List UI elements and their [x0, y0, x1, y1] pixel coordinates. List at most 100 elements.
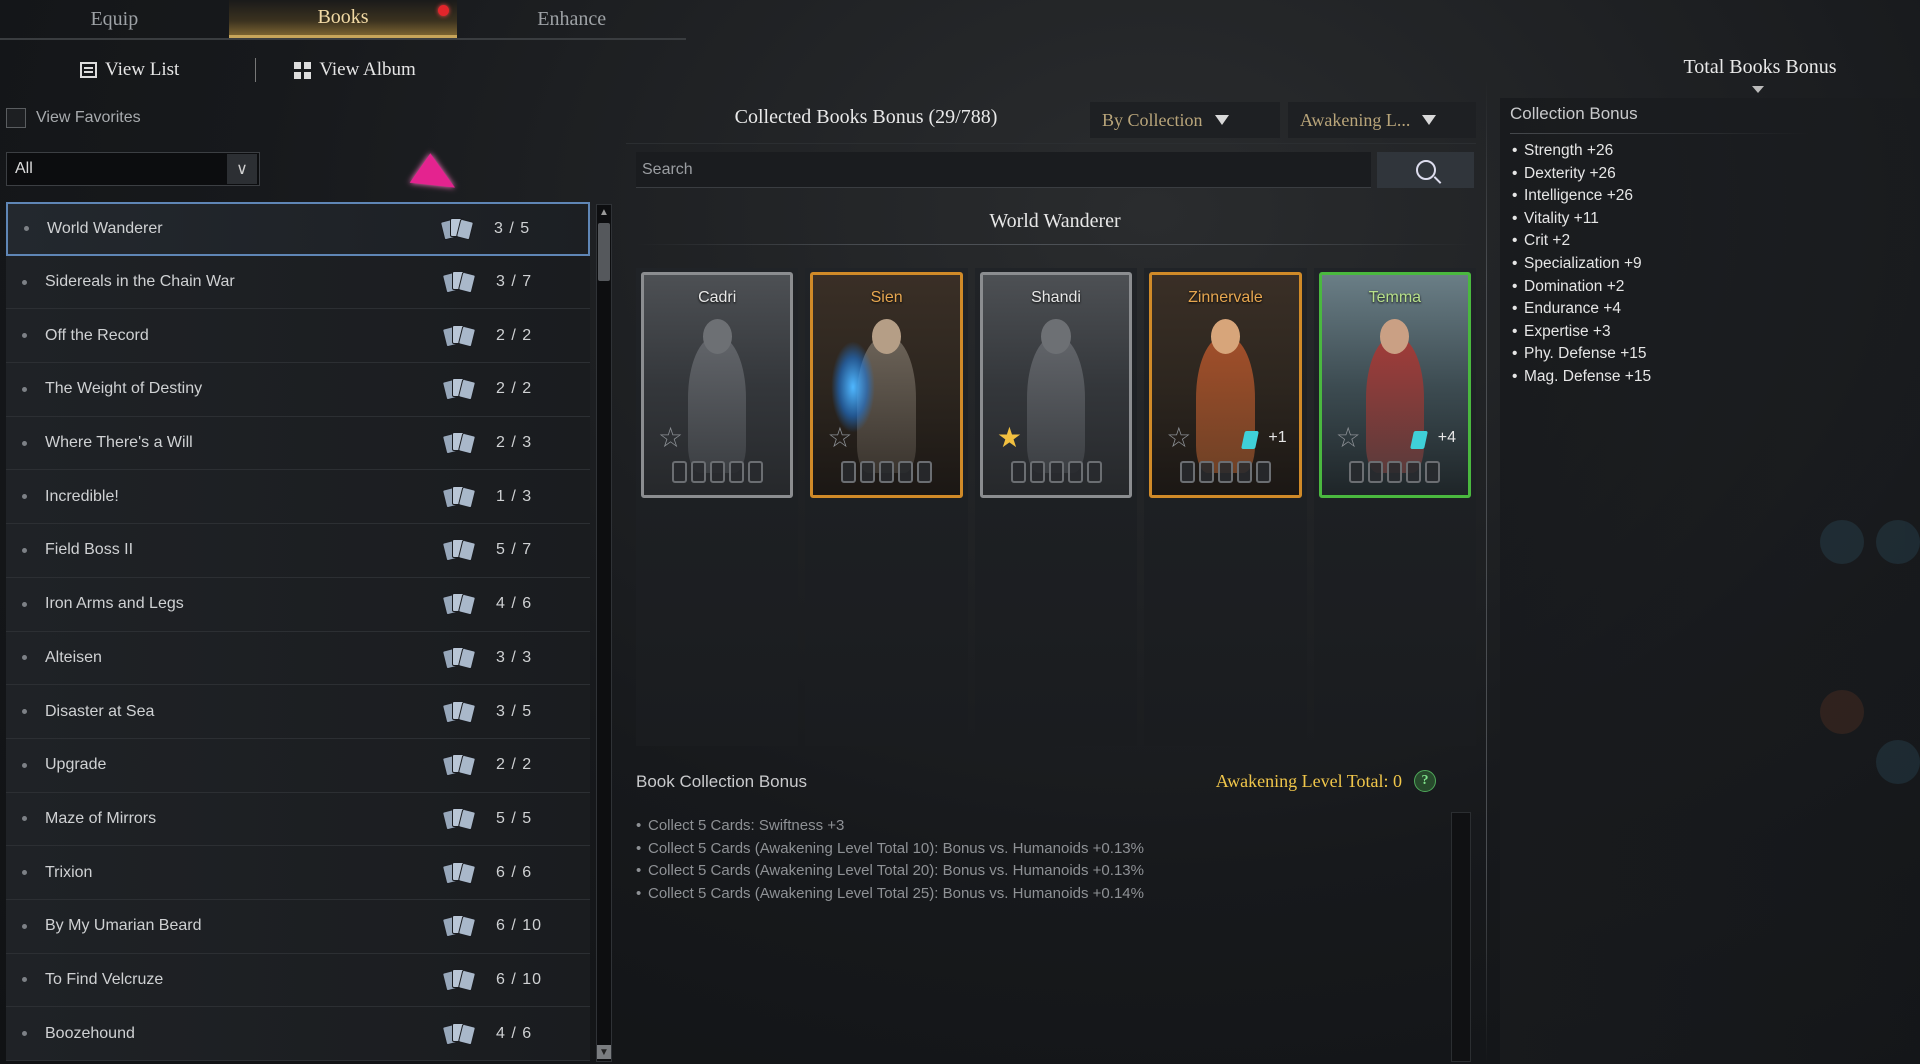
card-awakening-level: +4 — [1437, 429, 1457, 446]
view-album-button[interactable]: View Album — [294, 59, 416, 81]
collection-progress: 5 / 7 — [496, 541, 533, 559]
tab-books[interactable]: Books — [228, 0, 458, 38]
awakening-gems — [644, 461, 790, 483]
card-temma[interactable]: Temma ☆ +4 — [1318, 272, 1472, 498]
collection-name: Upgrade — [45, 756, 107, 774]
stat-line: Crit +2 — [1512, 230, 1651, 253]
card-slot[interactable]: Sien ☆ — [805, 268, 968, 746]
card-portrait — [687, 336, 747, 473]
card-slot[interactable]: Zinnervale ☆ +1 — [1144, 268, 1307, 746]
collection-name: The Weight of Destiny — [45, 380, 203, 398]
collection-list-item[interactable]: Trixion 6 / 6 — [6, 846, 590, 900]
filter-dropdown[interactable]: All ∨ — [6, 152, 260, 186]
tab-books-label: Books — [317, 6, 369, 28]
card-cadri[interactable]: Cadri ☆ — [641, 272, 794, 498]
bullet-icon — [22, 494, 27, 500]
scroll-down-arrow-icon[interactable]: ▼ — [597, 1045, 611, 1059]
collection-list-item[interactable]: To Find Velcruze 6 / 10 — [6, 953, 590, 1008]
collection-progress: 2 / 3 — [496, 434, 533, 452]
collection-list-item[interactable]: The Weight of Destiny 2 / 2 — [6, 363, 590, 417]
awakening-gems — [983, 461, 1129, 483]
collection-list-item[interactable]: Alteisen 3 / 3 — [6, 631, 590, 686]
stat-line: Specialization +9 — [1512, 253, 1651, 276]
card-slot[interactable]: Cadri ☆ — [636, 268, 799, 746]
collection-name: Sidereals in the Chain War — [45, 273, 235, 291]
tab-enhance[interactable]: Enhance — [457, 0, 686, 38]
chevron-down-icon[interactable]: ∨ — [227, 154, 257, 184]
scroll-thumb[interactable] — [598, 223, 610, 281]
cards-icon — [441, 270, 477, 294]
card-zinnervale[interactable]: Zinnervale ☆ +1 — [1149, 272, 1302, 498]
bullet-icon — [22, 279, 27, 285]
cards-icon — [441, 646, 477, 670]
cards-icon — [441, 968, 477, 992]
cards-icon — [439, 217, 475, 241]
collection-list-item[interactable]: Maze of Mirrors 5 / 5 — [6, 792, 590, 847]
collection-list-item[interactable]: Upgrade 2 / 2 — [6, 738, 590, 793]
collection-progress: 6 / 10 — [496, 970, 543, 988]
faded-skill-icon — [1876, 740, 1920, 784]
bullet-icon — [22, 870, 27, 876]
tab-equip[interactable]: Equip — [0, 0, 229, 38]
search-input[interactable]: Search — [636, 152, 1371, 188]
card-shandi[interactable]: Shandi ★ — [979, 272, 1133, 498]
card-portrait — [1196, 336, 1255, 473]
stat-line: Mag. Defense +15 — [1512, 366, 1651, 389]
collection-name: Disaster at Sea — [45, 702, 155, 720]
view-list-button[interactable]: View List — [80, 59, 179, 81]
stat-line: Strength +26 — [1512, 140, 1651, 163]
collection-list-item[interactable]: Field Boss II 5 / 7 — [6, 524, 590, 578]
card-name: Cadri — [698, 289, 737, 306]
awakening-gems — [813, 461, 959, 483]
collection-list-item[interactable]: Sidereals in the Chain War 3 / 7 — [6, 255, 590, 310]
collection-list-scrollbar[interactable]: ▲ ▼ — [596, 204, 612, 1062]
sort-awakening-label: Awakening L... — [1300, 109, 1411, 130]
card-name: Zinnervale — [1188, 289, 1263, 306]
card-sien[interactable]: Sien ☆ — [810, 272, 963, 498]
cards-icon — [441, 431, 477, 455]
sort-by-collection-dropdown[interactable]: By Collection — [1090, 102, 1280, 138]
collection-list-item[interactable]: Incredible! 1 / 3 — [6, 470, 590, 525]
collection-list-item[interactable]: Off the Record 2 / 2 — [6, 309, 590, 364]
dropdown-arrow-icon — [1214, 115, 1229, 125]
stat-line: Dexterity +26 — [1512, 163, 1651, 186]
tab-enhance-label: Enhance — [537, 7, 607, 30]
scroll-up-arrow-icon[interactable]: ▲ — [597, 205, 611, 219]
card-slots: Cadri ☆ Sien ☆ Shandi ★ Zinnervale ☆ +1 … — [636, 268, 1477, 746]
stat-line: Intelligence +26 — [1512, 185, 1651, 208]
bonus-list-scrollbar[interactable] — [1451, 812, 1471, 1062]
collection-list-item[interactable]: World Wanderer 3 / 5 — [6, 202, 590, 256]
cards-icon — [441, 807, 477, 831]
collection-list-item[interactable]: Iron Arms and Legs 4 / 6 — [6, 577, 590, 632]
awakening-crystal-icon — [1240, 431, 1259, 449]
background-hud-icons — [1820, 150, 1920, 850]
collected-books-title: Collected Books Bonus (29/788) — [734, 106, 998, 128]
collection-list-item[interactable]: Where There's a Will 2 / 3 — [6, 416, 590, 471]
collection-name: World Wanderer — [47, 219, 163, 237]
collection-list-item[interactable]: By My Umarian Beard 6 / 10 — [6, 899, 590, 954]
view-favorites-row[interactable]: View Favorites — [6, 108, 141, 128]
collection-list-item[interactable]: Disaster at Sea 3 / 5 — [6, 685, 590, 739]
bonus-line: Collect 5 Cards (Awakening Level Total 1… — [636, 838, 1144, 861]
view-favorites-checkbox[interactable] — [6, 108, 26, 128]
bullet-icon — [22, 977, 27, 983]
star-icon: ☆ — [1166, 422, 1192, 453]
collection-name: Field Boss II — [45, 541, 134, 559]
collection-progress: 2 / 2 — [496, 326, 533, 344]
collection-list-item[interactable]: Boozehound 4 / 6 — [6, 1007, 590, 1061]
bonus-line: Collect 5 Cards: Swiftness +3 — [636, 815, 1144, 838]
collection-bonus-divider — [1510, 133, 1810, 134]
search-placeholder: Search — [642, 160, 693, 178]
card-slot[interactable]: Temma ☆ +4 — [1313, 268, 1477, 746]
card-portrait-head — [1210, 319, 1241, 355]
tab-equip-label: Equip — [90, 7, 139, 30]
awakening-crystal-icon — [1410, 431, 1428, 449]
card-portrait — [1026, 336, 1086, 473]
stat-line: Expertise +3 — [1512, 321, 1651, 344]
help-icon[interactable]: ? — [1414, 770, 1436, 792]
search-button[interactable] — [1377, 152, 1474, 188]
card-slot[interactable]: Shandi ★ — [974, 268, 1138, 746]
collection-list: World Wanderer 3 / 5 Sidereals in the Chai… — [6, 202, 590, 1062]
sort-awakening-dropdown[interactable]: Awakening L... — [1288, 102, 1476, 138]
view-favorites-label: View Favorites — [36, 109, 141, 126]
